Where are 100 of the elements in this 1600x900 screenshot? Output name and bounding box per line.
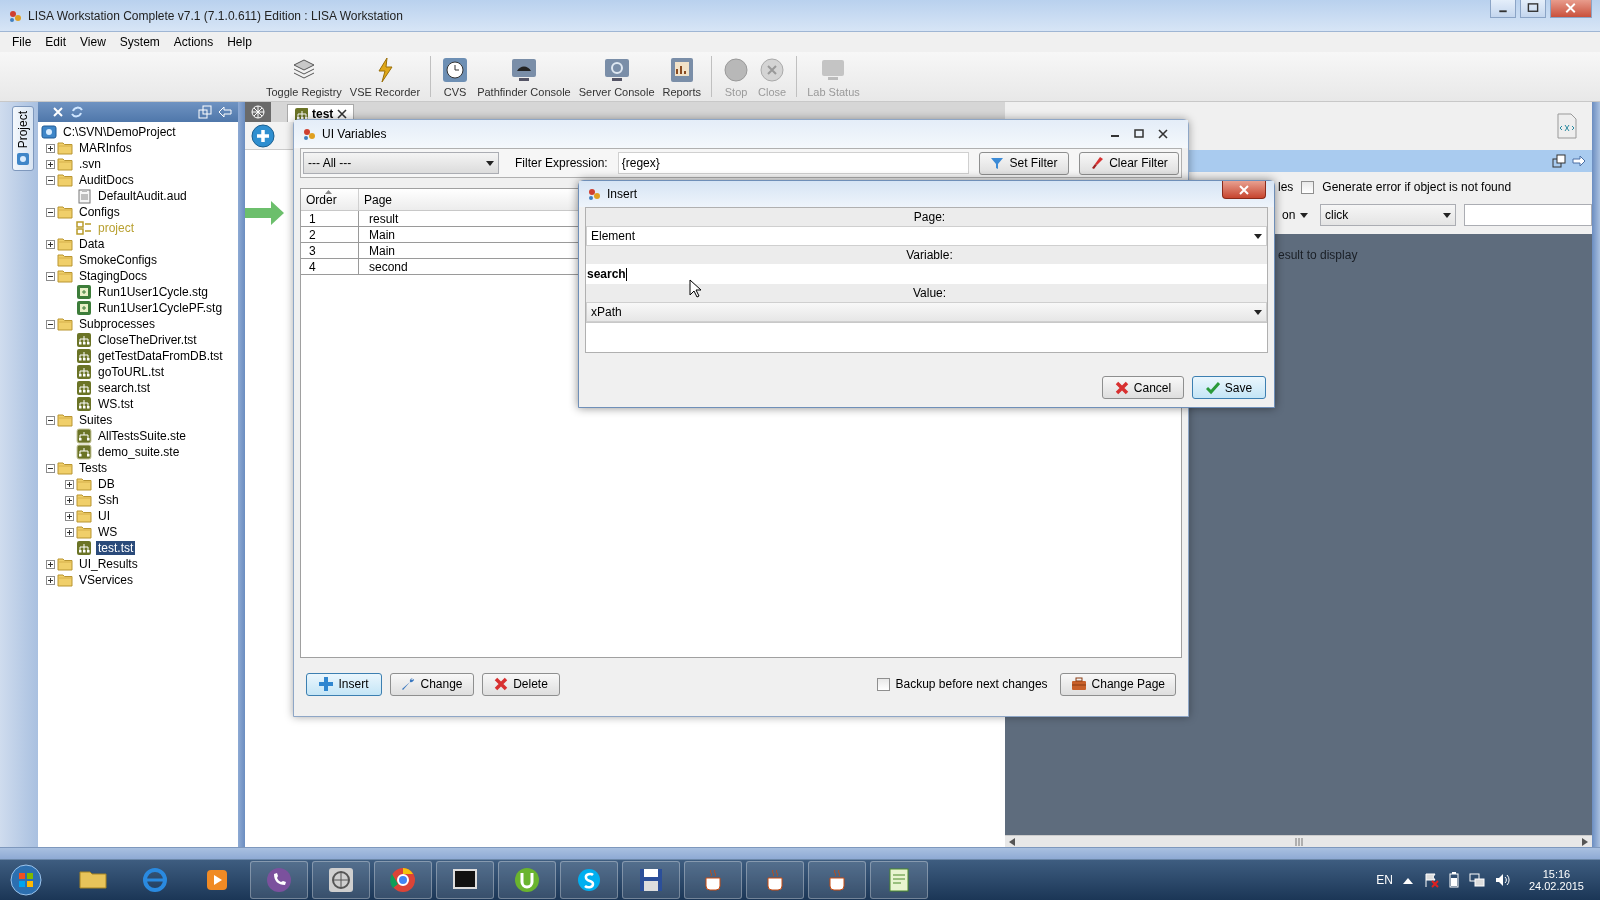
toolbar-button[interactable]: Pathfinder Console [473,52,575,101]
show-hidden-icons[interactable] [1402,876,1413,884]
xml-icon[interactable] [1556,113,1578,139]
toolbar-button[interactable]: Server Console [574,52,659,101]
taskbar-button[interactable] [560,861,618,899]
horizontal-scrollbar[interactable] [1005,835,1592,847]
collapse-toggle-icon[interactable] [45,175,55,185]
filter-button[interactable]: Clear Filter [1079,151,1179,175]
collapse-toggle-icon[interactable] [45,271,55,281]
tree-item[interactable]: Configs [77,205,122,219]
tree-item[interactable]: DefaultAudit.aud [96,189,189,203]
tree-item[interactable]: Tests [77,461,109,475]
tree-item[interactable]: Data [77,237,107,251]
arrow-left-icon[interactable] [218,106,232,118]
menu-item[interactable]: Edit [39,34,73,50]
tree-item[interactable]: WS [96,525,120,539]
dialog-button[interactable]: Cancel [1102,376,1184,399]
expand-toggle-icon[interactable] [64,479,74,489]
action-button[interactable]: Insert [306,672,382,696]
dropdown[interactable]: xPath [586,302,1267,322]
menu-item[interactable]: Help [221,34,258,50]
collapse-toggle-icon[interactable] [45,207,55,217]
language-indicator[interactable]: EN [1376,873,1393,887]
tree-item[interactable]: getTestDataFromDB.tst [96,349,225,363]
maximize-icon[interactable] [1132,127,1146,141]
dropdown[interactable]: Element [586,226,1267,246]
speaker-icon[interactable] [1494,873,1511,887]
input-field[interactable] [1464,204,1592,226]
taskbar-button[interactable] [622,861,680,899]
taskbar-button[interactable] [498,861,556,899]
add-icon[interactable] [251,123,275,148]
collapse-toggle-icon[interactable] [45,463,55,473]
close-button[interactable] [1222,181,1266,199]
page-filter-dropdown[interactable]: --- All --- [303,152,499,174]
tree-item[interactable]: Run1User1Cycle.stg [96,285,211,299]
tree-item[interactable]: UI_Results [77,557,140,571]
tree-item[interactable]: CloseTheDriver.tst [96,333,199,347]
taskbar-button[interactable] [746,861,804,899]
menu-item[interactable]: System [113,34,166,50]
toolbar-button[interactable]: CVS [437,52,474,101]
tree-item[interactable]: Subprocesses [77,317,158,331]
restore-icon[interactable] [1552,154,1566,168]
collapse-toggle-icon[interactable] [45,415,55,425]
close-icon[interactable] [1156,127,1170,141]
tree-item[interactable]: DB [96,477,117,491]
expand-toggle-icon[interactable] [64,495,74,505]
project-tab[interactable]: Project [12,106,34,172]
tree-item[interactable]: UI [96,509,112,523]
action-button[interactable]: Delete [482,672,560,696]
dialog-button[interactable]: Save [1192,376,1266,399]
refresh-icon[interactable] [70,105,84,119]
battery-icon[interactable] [1448,872,1459,888]
tree-item[interactable]: .svn [77,157,103,171]
tree-item[interactable]: WS.tst [96,397,136,411]
menu-item[interactable]: Actions [167,34,220,50]
tree-item[interactable]: goToURL.tst [96,365,167,379]
restore-icon[interactable] [198,105,212,119]
expand-toggle-icon[interactable] [64,511,74,521]
flag-icon[interactable] [1422,872,1439,888]
taskbar-button[interactable] [684,861,742,899]
tree-item[interactable]: search.tst [96,381,153,395]
expand-toggle-icon[interactable] [45,159,55,169]
toolbar-button[interactable]: Reports [658,52,706,101]
tree-item[interactable]: MARInfos [77,141,134,155]
editor-tab[interactable]: test [287,104,355,122]
tree-item[interactable]: AllTestsSuite.ste [96,429,189,443]
expand-toggle-icon[interactable] [45,559,55,569]
checkbox[interactable] [1301,180,1315,194]
action-button[interactable]: Change [390,672,474,696]
tree-item[interactable]: C:\SVN\DemoProject [61,125,178,139]
checkbox[interactable] [877,677,891,691]
arrow-right-icon[interactable] [1572,155,1586,167]
tree-item[interactable]: Suites [77,413,115,427]
tree-item[interactable]: AuditDocs [77,173,136,187]
column-header[interactable]: Order [301,189,359,210]
menu-item[interactable]: View [74,34,112,50]
tree-item[interactable]: SmokeConfigs [77,253,160,267]
tree-item[interactable]: Ssh [96,493,121,507]
taskbar-button[interactable] [808,861,866,899]
tree-item[interactable]: VServices [77,573,136,587]
tree-item[interactable]: test.tst [96,541,136,555]
palette-button[interactable] [245,102,271,122]
tree-item[interactable]: StagingDocs [77,269,150,283]
collapse-toggle-icon[interactable] [45,319,55,329]
filter-expression-field[interactable]: {regex} [617,152,969,174]
maximize-icon[interactable] [1520,0,1546,18]
network-icon[interactable] [1468,873,1485,887]
toolbar-button[interactable]: VSE Recorder [345,52,425,101]
filter-button[interactable]: Set Filter [979,151,1069,175]
tree-item[interactable]: demo_suite.ste [96,445,182,459]
taskbar-button[interactable] [870,861,928,899]
taskbar-button[interactable] [436,861,494,899]
menu-item[interactable]: File [6,34,38,50]
expand-toggle-icon[interactable] [45,575,55,585]
close-icon[interactable] [337,108,348,119]
action-dropdown[interactable]: click [1320,204,1456,226]
tree-item[interactable]: Run1User1CyclePF.stg [96,301,225,315]
expand-toggle-icon[interactable] [45,239,55,249]
expand-toggle-icon[interactable] [45,143,55,153]
expand-toggle-icon[interactable] [64,527,74,537]
